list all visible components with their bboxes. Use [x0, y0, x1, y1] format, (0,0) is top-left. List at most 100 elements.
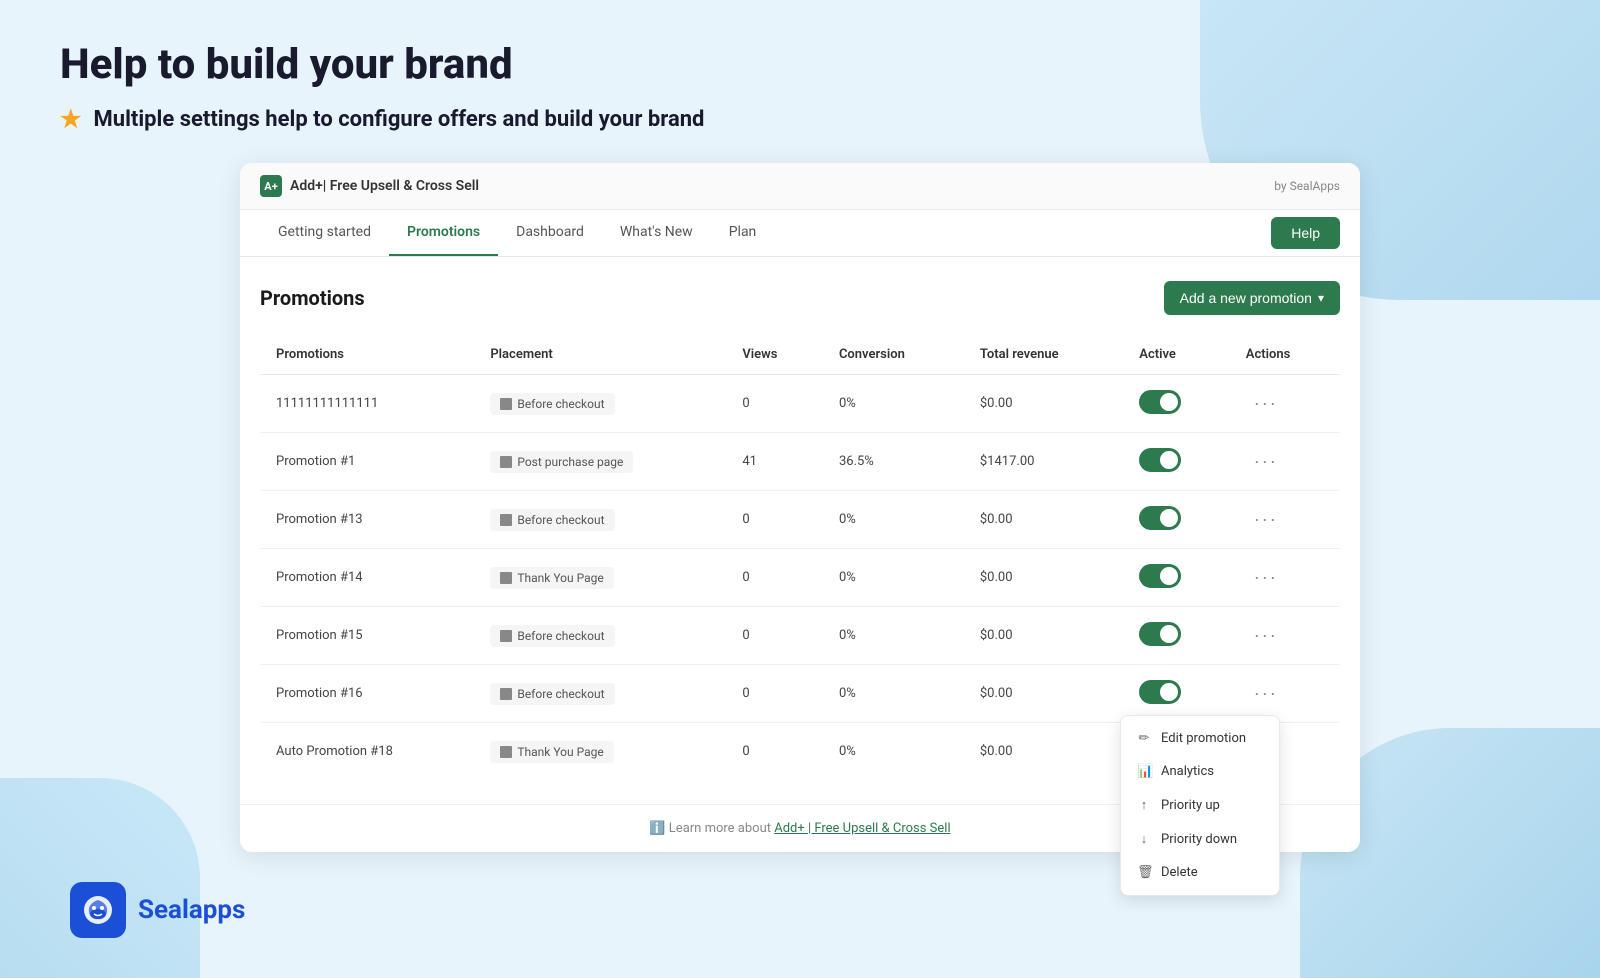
delete-icon: 🗑 [1137, 865, 1151, 880]
actions-button[interactable]: ··· [1246, 621, 1286, 650]
toggle-slider [1139, 390, 1181, 414]
active-toggle[interactable] [1139, 390, 1181, 414]
actions-button[interactable]: ··· [1246, 505, 1286, 534]
placement-text: Thank You Page [517, 571, 603, 585]
tab-getting-started[interactable]: Getting started [260, 210, 389, 256]
tab-plan[interactable]: Plan [711, 210, 775, 256]
footer-link[interactable]: Add+ | Free Upsell & Cross Sell [774, 821, 950, 836]
placement-text: Post purchase page [517, 455, 623, 469]
row-active [1123, 665, 1230, 723]
tab-promotions[interactable]: Promotions [389, 210, 498, 256]
row-actions: ··· [1230, 549, 1340, 607]
priority-down-icon: ↓ [1137, 831, 1151, 847]
row-promotion-name: Promotion #16 [260, 665, 474, 723]
app-container: A+ Add+| Free Upsell & Cross Sell by Sea… [240, 163, 1360, 852]
col-promotions: Promotions [260, 335, 474, 375]
placement-badge: Post purchase page [490, 451, 633, 473]
placement-badge: Before checkout [490, 393, 614, 415]
analytics-icon: 📊 [1137, 764, 1151, 779]
actions-button[interactable]: ··· [1246, 679, 1286, 708]
context-menu-priority-down[interactable]: ↓ Priority down [1121, 822, 1279, 856]
placement-icon [500, 456, 512, 468]
app-header: A+ Add+| Free Upsell & Cross Sell by Sea… [240, 163, 1360, 210]
row-actions: ··· [1230, 607, 1340, 665]
row-actions: ··· [1230, 375, 1340, 433]
context-menu-delete[interactable]: 🗑 Delete [1121, 856, 1279, 889]
row-placement: Before checkout [474, 491, 726, 549]
tab-dashboard[interactable]: Dashboard [498, 210, 602, 256]
actions-button[interactable]: ··· [1246, 447, 1286, 476]
actions-button[interactable]: ··· [1246, 563, 1286, 592]
context-menu-edit[interactable]: ✏ Edit promotion [1121, 722, 1279, 755]
context-menu-priority-up[interactable]: ↑ Priority up [1121, 788, 1279, 822]
placement-text: Before checkout [517, 687, 604, 701]
row-views: 0 [726, 549, 823, 607]
active-toggle[interactable] [1139, 680, 1181, 704]
row-placement: Before checkout [474, 607, 726, 665]
row-active [1123, 607, 1230, 665]
table-row: 11111111111111Before checkout00%$0.00··· [260, 375, 1340, 433]
row-promotion-name: Promotion #13 [260, 491, 474, 549]
row-conversion: 0% [823, 491, 964, 549]
edit-label: Edit promotion [1161, 731, 1246, 746]
nav-tabs: Getting started Promotions Dashboard Wha… [260, 210, 774, 256]
row-actions: ··· [1230, 433, 1340, 491]
toggle-slider [1139, 506, 1181, 530]
footer-text: Learn more about [669, 821, 774, 836]
toggle-slider [1139, 564, 1181, 588]
hero-subtitle-text: Multiple settings help to configure offe… [94, 107, 705, 132]
table-wrapper: Promotions Placement Views Conversion To… [260, 335, 1340, 780]
row-views: 0 [726, 375, 823, 433]
app-main: Promotions Add a new promotion ▾ Promoti… [240, 257, 1360, 804]
active-toggle[interactable] [1139, 448, 1181, 472]
add-promotion-button[interactable]: Add a new promotion ▾ [1164, 281, 1340, 315]
row-placement: Thank You Page [474, 549, 726, 607]
tab-whats-new[interactable]: What's New [602, 210, 711, 256]
placement-text: Before checkout [517, 629, 604, 643]
placement-badge: Thank You Page [490, 567, 613, 589]
placement-icon [500, 398, 512, 410]
row-views: 0 [726, 491, 823, 549]
hero-title: Help to build your brand [60, 40, 1540, 89]
table-header-row: Promotions Placement Views Conversion To… [260, 335, 1340, 375]
promotions-header: Promotions Add a new promotion ▾ [260, 281, 1340, 315]
row-conversion: 36.5% [823, 433, 964, 491]
table-row: Promotion #1Post purchase page4136.5%$14… [260, 433, 1340, 491]
active-toggle[interactable] [1139, 506, 1181, 530]
toggle-slider [1139, 680, 1181, 704]
priority-up-icon: ↑ [1137, 797, 1151, 813]
row-revenue: $0.00 [964, 723, 1123, 781]
row-active [1123, 433, 1230, 491]
row-promotion-name: Promotion #15 [260, 607, 474, 665]
row-conversion: 0% [823, 723, 964, 781]
star-icon: ★ [60, 105, 82, 133]
placement-icon [500, 514, 512, 526]
row-active [1123, 375, 1230, 433]
row-conversion: 0% [823, 549, 964, 607]
actions-button[interactable]: ··· [1246, 389, 1286, 418]
col-actions: Actions [1230, 335, 1340, 375]
priority-up-label: Priority up [1161, 798, 1220, 813]
active-toggle[interactable] [1139, 564, 1181, 588]
row-promotion-name: Promotion #1 [260, 433, 474, 491]
row-views: 0 [726, 665, 823, 723]
placement-icon [500, 572, 512, 584]
placement-badge: Before checkout [490, 625, 614, 647]
priority-down-label: Priority down [1161, 832, 1237, 847]
context-menu-analytics[interactable]: 📊 Analytics [1121, 755, 1279, 788]
active-toggle[interactable] [1139, 622, 1181, 646]
placement-badge: Before checkout [490, 683, 614, 705]
table-row: Promotion #14Thank You Page00%$0.00··· [260, 549, 1340, 607]
placement-badge: Before checkout [490, 509, 614, 531]
edit-icon: ✏ [1137, 731, 1151, 746]
row-actions: ··· [1230, 665, 1340, 723]
hero-subtitle-row: ★ Multiple settings help to configure of… [60, 105, 1540, 133]
row-revenue: $0.00 [964, 607, 1123, 665]
col-placement: Placement [474, 335, 726, 375]
placement-text: Thank You Page [517, 745, 603, 759]
help-button[interactable]: Help [1271, 217, 1340, 249]
app-nav: Getting started Promotions Dashboard Wha… [240, 210, 1360, 257]
row-conversion: 0% [823, 665, 964, 723]
row-actions: ··· [1230, 491, 1340, 549]
col-views: Views [726, 335, 823, 375]
